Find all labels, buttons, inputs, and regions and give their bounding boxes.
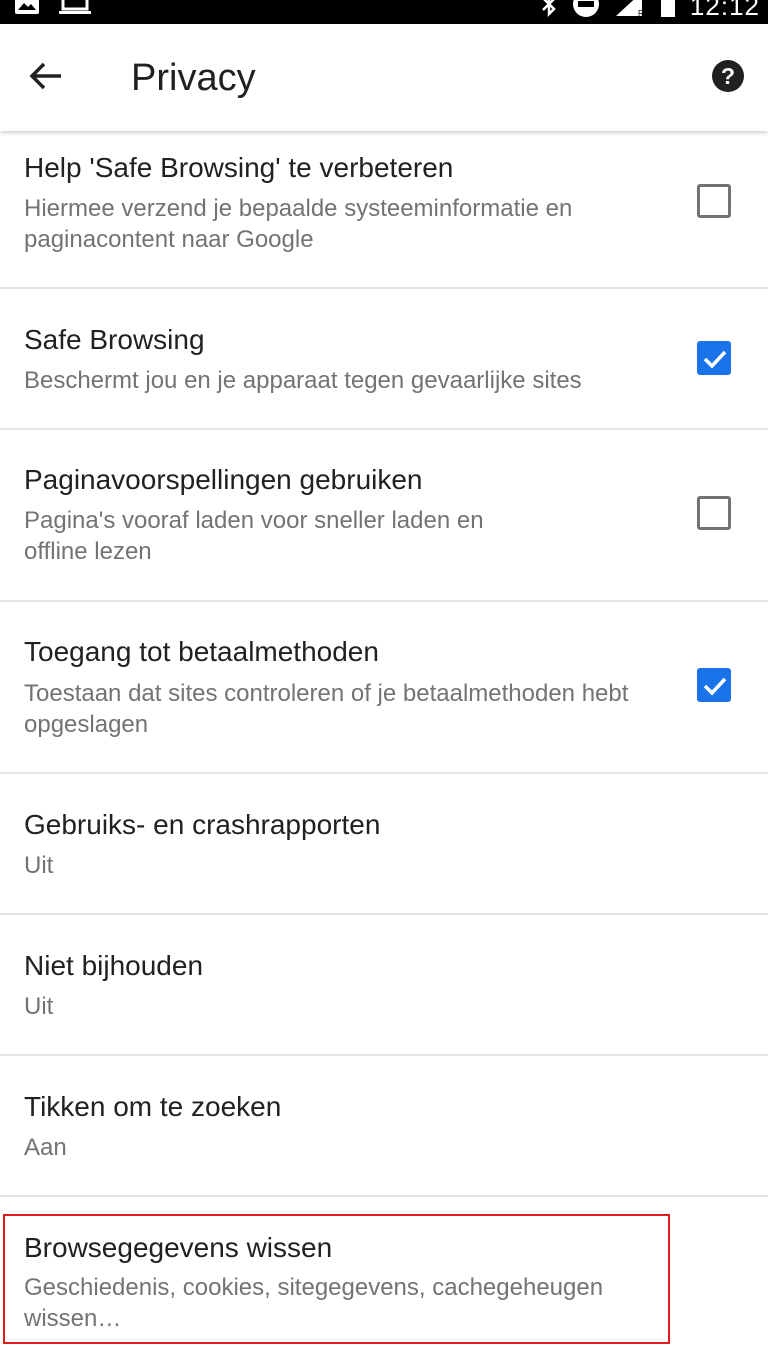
safe-browsing-reporting-checkbox[interactable] xyxy=(697,184,731,218)
setting-title: Help 'Safe Browsing' te verbeteren xyxy=(24,152,454,183)
setting-summary: Aan xyxy=(24,1134,67,1161)
setting-usage-crash-reports[interactable]: Gebruiks- en crashrapporten Uit xyxy=(0,774,768,915)
setting-summary: Pagina's vooraf laden voor sneller laden… xyxy=(24,507,484,565)
setting-title: Paginavoorspellingen gebruiken xyxy=(24,464,423,495)
setting-summary: Beschermt jou en je apparaat tegen gevaa… xyxy=(24,367,582,394)
setting-summary: Toestaan dat sites controleren of je bet… xyxy=(24,680,629,738)
checkmark-icon xyxy=(703,677,727,696)
setting-safe-browsing-extended-reporting[interactable]: Help 'Safe Browsing' te verbeteren Hierm… xyxy=(0,131,768,289)
setting-title: Toegang tot betaalmethoden xyxy=(24,636,379,667)
setting-title: Safe Browsing xyxy=(24,324,205,355)
svg-text:R: R xyxy=(638,9,644,17)
setting-do-not-track[interactable]: Niet bijhouden Uit xyxy=(0,915,768,1056)
arrow-back-icon xyxy=(29,61,63,96)
setting-title: Gebruiks- en crashrapporten xyxy=(24,809,381,840)
privacy-settings-list: Help 'Safe Browsing' te verbeteren Hierm… xyxy=(0,131,768,1363)
help-icon: ? xyxy=(711,59,745,98)
setting-touch-to-search[interactable]: Tikken om te zoeken Aan xyxy=(0,1056,768,1197)
safe-browsing-checkbox[interactable] xyxy=(697,341,731,375)
app-bar: Privacy ? xyxy=(0,24,768,131)
setting-summary: Uit xyxy=(24,993,54,1020)
setting-payment-methods[interactable]: Toegang tot betaalmethoden Toestaan dat … xyxy=(0,602,768,774)
bluetooth-icon xyxy=(540,0,558,22)
signal-icon: R xyxy=(614,0,646,22)
status-time: 12:12 xyxy=(689,0,760,21)
do-not-disturb-icon xyxy=(572,0,600,23)
back-button[interactable] xyxy=(22,54,70,102)
page-title: Privacy xyxy=(131,57,256,99)
payment-methods-checkbox[interactable] xyxy=(697,668,731,702)
setting-summary: Geschiedenis, cookies, sitegegevens, cac… xyxy=(24,1274,604,1332)
help-button[interactable]: ? xyxy=(706,56,750,100)
setting-page-prediction[interactable]: Paginavoorspellingen gebruiken Pagina's … xyxy=(0,430,768,602)
laptop-icon xyxy=(58,0,92,20)
image-icon xyxy=(14,0,40,20)
setting-summary: Hiermee verzend je bepaalde systeeminfor… xyxy=(24,195,573,253)
checkmark-icon xyxy=(703,350,727,369)
status-bar: R 12:12 xyxy=(0,0,768,24)
setting-title: Tikken om te zoeken xyxy=(24,1091,282,1122)
setting-title: Niet bijhouden xyxy=(24,950,204,981)
setting-summary: Uit xyxy=(24,852,54,879)
svg-text:?: ? xyxy=(721,63,735,89)
page-prediction-checkbox[interactable] xyxy=(697,496,731,530)
setting-clear-browsing-data[interactable]: Browsegegevens wissen Geschiedenis, cook… xyxy=(0,1197,768,1363)
setting-safe-browsing[interactable]: Safe Browsing Beschermt jou en je appara… xyxy=(0,289,768,430)
setting-title: Browsegegevens wissen xyxy=(24,1232,333,1263)
battery-icon xyxy=(660,0,676,22)
